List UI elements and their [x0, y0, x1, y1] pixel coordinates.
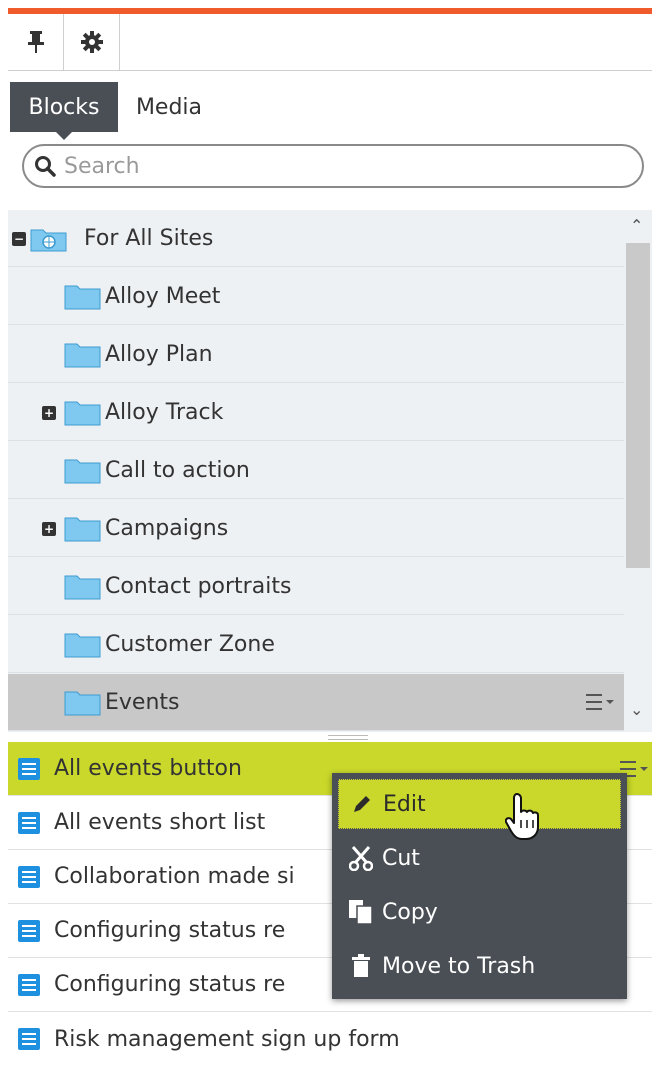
tree-item-label: Alloy Meet: [105, 283, 221, 309]
menu-item-copy[interactable]: Copy: [338, 887, 621, 937]
menu-item-label: Edit: [383, 791, 426, 817]
menu-item-label: Cut: [382, 845, 420, 871]
list-item-label: All events short list: [54, 810, 266, 835]
list-item[interactable]: Risk management sign up form: [8, 1012, 652, 1066]
pin-button[interactable]: [8, 14, 64, 70]
menu-item-cut[interactable]: Cut: [338, 833, 621, 883]
hand-pointer-icon: [505, 793, 539, 840]
globe-folder-icon: [30, 229, 67, 252]
list-item-label: Collaboration made si: [54, 864, 295, 889]
folder-tree: − For All Sites Alloy Meet Alloy Plan + …: [8, 210, 652, 732]
expand-icon[interactable]: +: [42, 406, 56, 420]
list-item-label: Configuring status re: [54, 972, 286, 997]
tab-bar: Blocks Media: [8, 72, 652, 140]
pane-splitter[interactable]: [8, 732, 652, 742]
tree-root[interactable]: − For All Sites: [8, 210, 624, 267]
collapse-icon[interactable]: −: [12, 232, 26, 246]
context-menu-icon[interactable]: [586, 692, 616, 712]
context-menu: Edit Cut Copy Move to Trash: [332, 773, 627, 999]
block-icon: [18, 1028, 40, 1050]
block-icon: [18, 919, 40, 942]
list-item-label: All events button: [54, 756, 242, 781]
tree-item-label: Events: [105, 689, 180, 715]
tree-item-label: Alloy Track: [105, 399, 224, 425]
tree-item-alloy-plan[interactable]: Alloy Plan: [8, 326, 624, 383]
tree-item-campaigns[interactable]: + Campaigns: [8, 500, 624, 557]
tree-item-label: Call to action: [105, 457, 250, 483]
tree-item-events[interactable]: Events: [8, 674, 624, 731]
scroll-down-icon[interactable]: ⌄: [630, 700, 643, 719]
block-icon: [18, 757, 40, 780]
folder-icon: [64, 285, 101, 310]
list-item-label: Configuring status re: [54, 918, 286, 943]
tab-label: Media: [135, 94, 203, 120]
splitter-grip[interactable]: [328, 735, 368, 740]
folder-icon: [64, 343, 101, 368]
scroll-up-icon[interactable]: ⌃: [630, 216, 643, 235]
list-item-label: Risk management sign up form: [54, 1026, 400, 1052]
menu-item-move-to-trash[interactable]: Move to Trash: [338, 941, 621, 991]
menu-item-label: Move to Trash: [382, 953, 536, 979]
copy-icon: [348, 899, 374, 925]
toolbar: [8, 14, 652, 71]
folder-icon: [64, 633, 101, 658]
search-box[interactable]: [22, 144, 644, 188]
tab-media[interactable]: Media: [128, 82, 210, 132]
search-input[interactable]: [64, 153, 624, 179]
folder-icon: [64, 517, 101, 542]
pencil-icon: [349, 791, 375, 817]
block-icon: [18, 973, 40, 996]
tree-item-alloy-meet[interactable]: Alloy Meet: [8, 268, 624, 325]
folder-icon: [64, 459, 101, 484]
tab-label: Blocks: [28, 94, 100, 120]
tree-item-customer-zone[interactable]: Customer Zone: [8, 616, 624, 673]
settings-button[interactable]: [64, 14, 120, 70]
tree-item-label: Alloy Plan: [105, 341, 213, 367]
scissors-icon: [348, 845, 374, 871]
search-icon: [35, 156, 56, 177]
menu-item-label: Copy: [382, 899, 438, 925]
folder-icon: [64, 575, 101, 600]
folder-icon: [64, 401, 101, 426]
scrollbar-thumb[interactable]: [626, 243, 650, 568]
tree-item-alloy-track[interactable]: + Alloy Track: [8, 384, 624, 441]
menu-item-edit[interactable]: Edit: [338, 779, 621, 829]
block-icon: [18, 865, 40, 888]
tree-item-contact-portraits[interactable]: Contact portraits: [8, 558, 624, 615]
tree-item-label: For All Sites: [84, 225, 214, 251]
tree-item-call-to-action[interactable]: Call to action: [8, 442, 624, 499]
expand-icon[interactable]: +: [42, 522, 56, 536]
block-icon: [18, 811, 40, 834]
trash-icon: [348, 953, 374, 979]
tab-blocks[interactable]: Blocks: [10, 82, 118, 140]
tree-item-label: Customer Zone: [105, 631, 275, 657]
folder-icon: [64, 691, 101, 716]
tree-item-label: Contact portraits: [105, 573, 292, 599]
tree-item-label: Campaigns: [105, 515, 229, 541]
pin-icon: [27, 31, 44, 53]
gear-icon: [80, 31, 103, 53]
